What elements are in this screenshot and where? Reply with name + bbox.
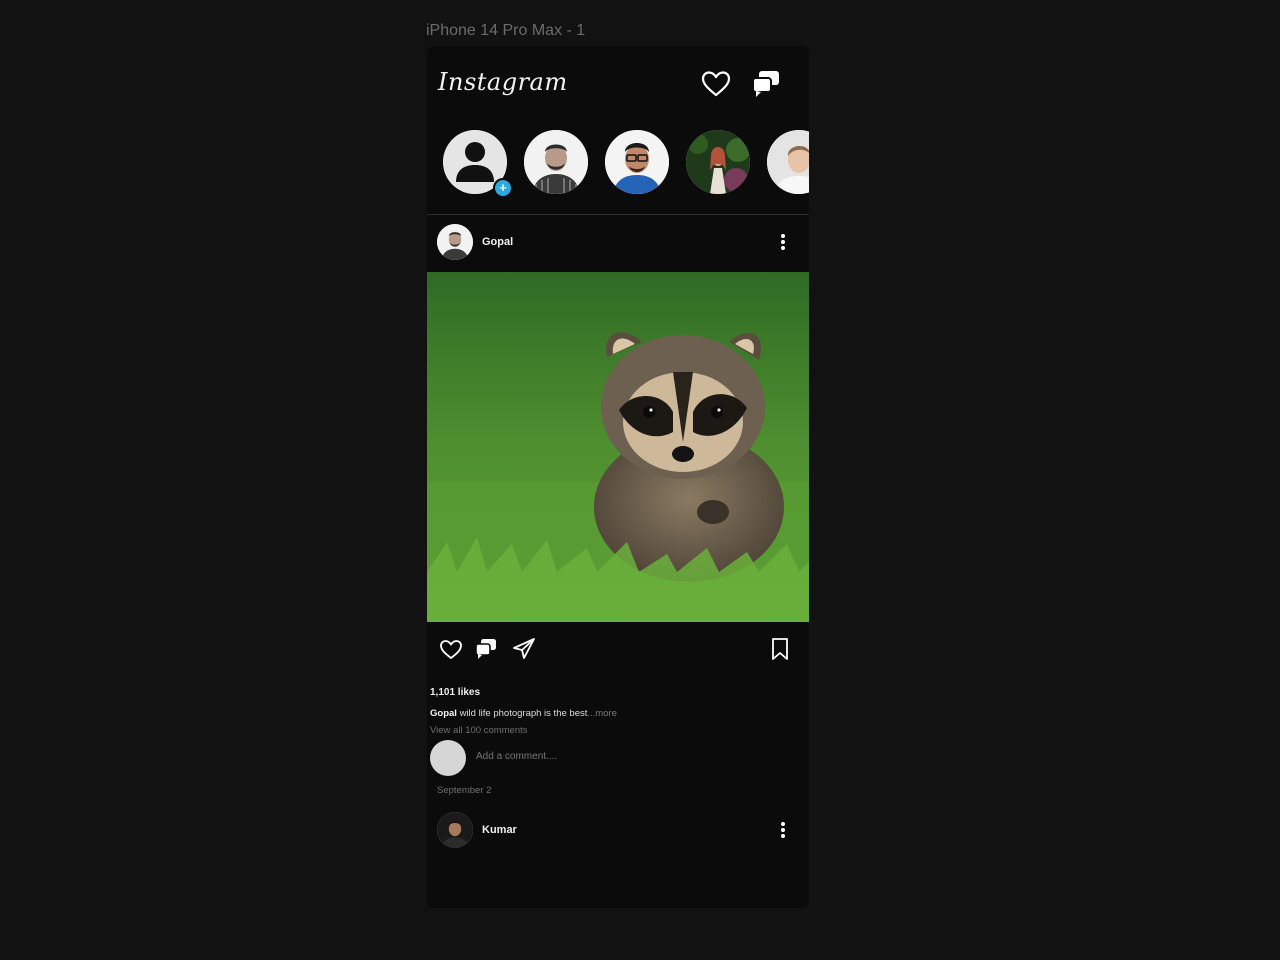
- add-story-badge[interactable]: +: [493, 178, 513, 198]
- story-avatar[interactable]: [686, 130, 750, 194]
- share-icon[interactable]: [511, 636, 537, 662]
- top-bar: Instagram: [427, 46, 809, 116]
- stories-bar: +: [427, 128, 809, 215]
- post-date: September 2: [437, 785, 492, 796]
- more-options-icon[interactable]: [779, 820, 787, 840]
- post-author-name[interactable]: Kumar: [482, 824, 517, 836]
- profile-photo: [605, 130, 669, 194]
- story-avatar[interactable]: [605, 130, 669, 194]
- likes-count[interactable]: 1,101 likes: [430, 687, 480, 698]
- profile-photo: [437, 224, 473, 260]
- profile-photo: [686, 130, 750, 194]
- messages-icon[interactable]: [750, 68, 782, 100]
- profile-photo: [437, 812, 473, 848]
- more-options-icon[interactable]: [779, 232, 787, 252]
- frame-label: iPhone 14 Pro Max - 1: [426, 22, 586, 39]
- post-actions: [427, 632, 809, 666]
- comment-icon[interactable]: [473, 636, 499, 662]
- raccoon-photo: [427, 272, 809, 622]
- caption-text: wild life photograph is the best: [459, 708, 588, 719]
- story-avatar[interactable]: [524, 130, 588, 194]
- comment-input[interactable]: [476, 751, 676, 762]
- story-avatar[interactable]: [767, 130, 809, 194]
- app-logo: Instagram: [438, 68, 568, 96]
- phone-screen: Instagram + Gopal 1,101 likes Gopal wild…: [427, 46, 809, 908]
- bookmark-icon[interactable]: [767, 636, 793, 662]
- like-icon[interactable]: [438, 636, 464, 662]
- post-author-avatar[interactable]: [437, 224, 473, 260]
- view-comments-link[interactable]: View all 100 comments: [430, 725, 528, 736]
- post-author-name[interactable]: Gopal: [482, 236, 513, 248]
- heart-icon[interactable]: [700, 68, 732, 100]
- profile-photo: [524, 130, 588, 194]
- post-header: Gopal: [427, 218, 809, 272]
- next-post-header: Kumar: [427, 808, 809, 854]
- post-image[interactable]: [427, 272, 809, 622]
- profile-photo: [767, 130, 809, 194]
- caption-username[interactable]: Gopal: [430, 708, 457, 719]
- post-author-avatar[interactable]: [437, 812, 473, 848]
- post-caption: Gopal wild life photograph is the best..…: [430, 708, 617, 719]
- caption-more-link[interactable]: ...more: [587, 708, 617, 719]
- current-user-avatar: [430, 740, 466, 776]
